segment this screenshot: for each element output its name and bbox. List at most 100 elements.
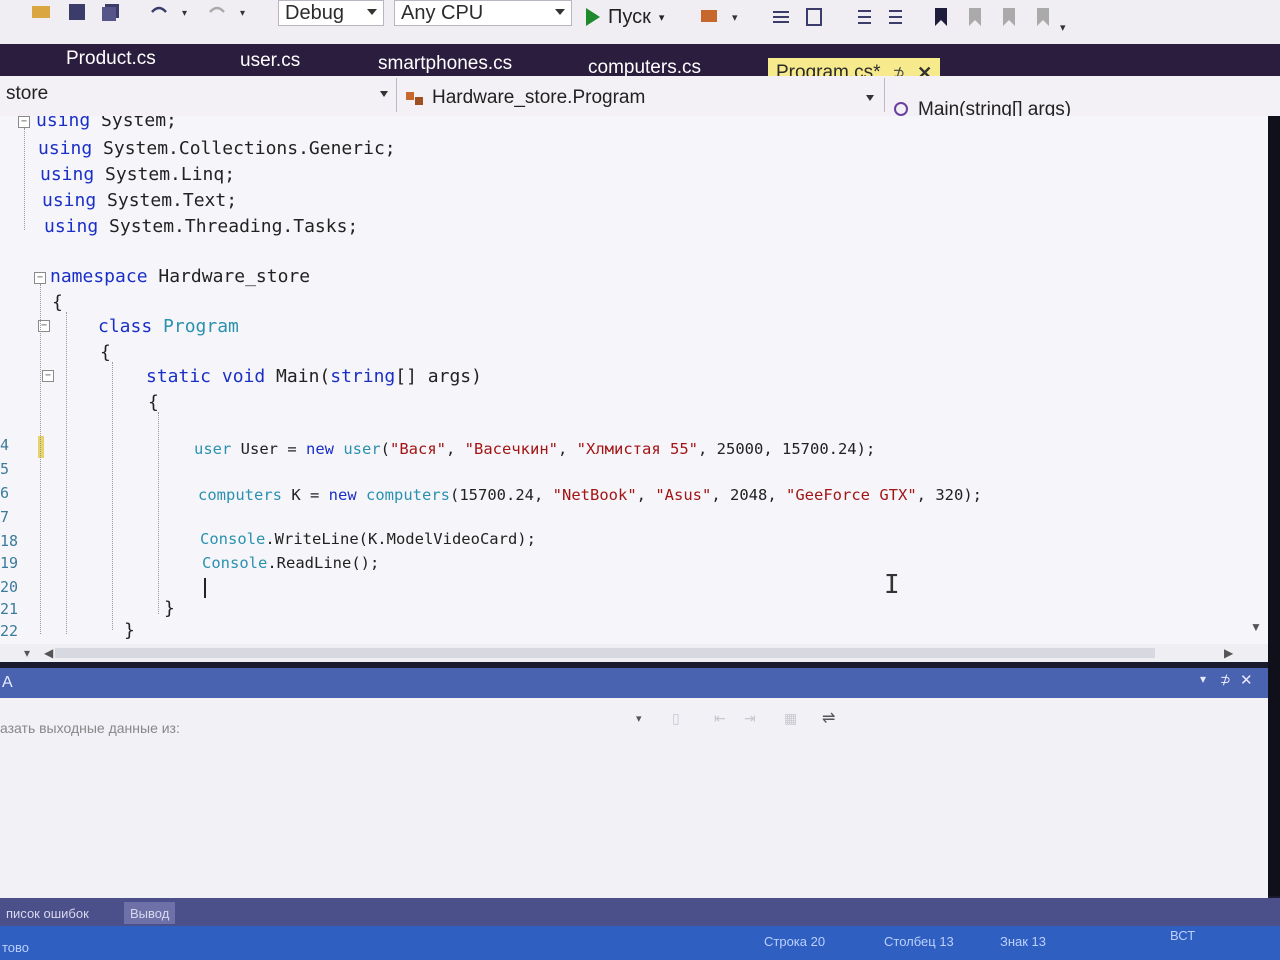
indent-guide xyxy=(158,412,159,614)
zoom-dropdown-icon[interactable]: ▾ xyxy=(24,646,30,660)
code-text: ( xyxy=(380,440,390,458)
mouse-ibeam-cursor: I xyxy=(884,570,900,600)
scrollbar-thumb[interactable] xyxy=(55,648,1155,658)
main-toolbar: ▾ ▾ Debug Any CPU Пуск ▾ ▾ ▾ xyxy=(0,0,1280,45)
horizontal-scrollbar[interactable]: ▾ ◀ ▶ xyxy=(0,644,1268,662)
code-line: using System.Collections.Generic; xyxy=(38,138,396,159)
code-line: Console.WriteLine(K.ModelVideoCard); xyxy=(200,530,536,548)
status-insert-mode: ВСТ xyxy=(1170,928,1196,943)
status-message: тово xyxy=(2,940,30,955)
text-caret xyxy=(204,578,206,598)
status-column: Столбец 13 xyxy=(884,934,954,949)
save-icon[interactable] xyxy=(66,0,88,26)
project-select[interactable]: store xyxy=(6,78,392,110)
comment-icon[interactable] xyxy=(804,4,826,30)
string-literal: "NetBook" xyxy=(552,486,637,504)
tab-label: Product.cs xyxy=(66,48,156,69)
save-all-icon[interactable] xyxy=(100,0,122,26)
toolbar-overflow-icon[interactable]: ▾ xyxy=(1060,14,1066,40)
keyword: using xyxy=(40,164,95,185)
find-message-icon[interactable]: ▯ xyxy=(672,710,680,727)
prev-bookmark-icon[interactable] xyxy=(964,4,986,30)
close-icon[interactable]: ✕ xyxy=(1240,671,1253,689)
code-text: System.Threading.Tasks; xyxy=(98,216,359,237)
keyword: new xyxy=(305,440,334,458)
platform-select[interactable]: Any CPU xyxy=(394,0,572,26)
screen-edge xyxy=(1268,116,1280,896)
code-line: using System.Threading.Tasks; xyxy=(44,216,358,237)
tab-output[interactable]: Вывод xyxy=(124,902,176,924)
next-bookmark-icon[interactable] xyxy=(998,4,1020,30)
output-source-label: азать выходные данные из: xyxy=(0,720,180,736)
code-text: , 25000, 15700.24); xyxy=(698,440,876,458)
tab-smartphones[interactable]: smartphones.cs xyxy=(370,49,520,79)
redo-dropdown-icon[interactable]: ▾ xyxy=(240,0,245,26)
redo-icon[interactable] xyxy=(206,0,228,26)
tab-error-list[interactable]: писок ошибок xyxy=(0,902,95,924)
scroll-down-icon[interactable]: ▼ xyxy=(1250,620,1262,634)
code-line: class Program xyxy=(98,316,239,337)
bookmark-icon[interactable] xyxy=(930,4,952,30)
undo-dropdown-icon[interactable]: ▾ xyxy=(182,0,187,26)
changed-line-marker xyxy=(38,436,44,458)
status-bar: тово Строка 20 Столбец 13 Знак 13 ВСТ xyxy=(0,926,1280,960)
collapse-icon[interactable]: − xyxy=(42,370,54,382)
type-select[interactable]: Hardware_store.Program xyxy=(404,82,878,114)
scroll-left-icon[interactable]: ◀ xyxy=(44,646,53,660)
open-file-icon[interactable] xyxy=(30,0,52,26)
tab-user[interactable]: user.cs xyxy=(232,46,308,76)
chevron-down-icon xyxy=(555,9,565,15)
collapse-icon[interactable]: − xyxy=(18,116,30,128)
outdent-icon[interactable] xyxy=(886,4,908,30)
keyword: using xyxy=(44,216,99,237)
panel-menu-icon[interactable]: ▾ xyxy=(1200,672,1206,686)
collapse-icon[interactable]: − xyxy=(34,272,46,284)
code-text: User = xyxy=(231,440,306,458)
prev-message-icon[interactable]: ⇤ xyxy=(714,710,726,727)
indent-icon[interactable] xyxy=(852,4,874,30)
scroll-right-icon[interactable]: ▶ xyxy=(1224,646,1233,660)
browser-link-icon[interactable] xyxy=(698,4,720,30)
undo-icon[interactable] xyxy=(148,0,170,26)
line-number: 6 xyxy=(0,484,10,502)
line-number: 4 xyxy=(0,436,10,454)
line-number: 22 xyxy=(0,622,19,640)
string-literal: "Хлмистая 55" xyxy=(576,440,698,458)
string-literal: "GeeForce GTX" xyxy=(786,486,917,504)
code-editor[interactable]: 4 5 6 7 18 19 20 21 22 − − − − using Sys… xyxy=(0,116,1268,660)
code-line: computers K = new computers(15700.24, "N… xyxy=(198,486,982,504)
clear-bookmarks-icon[interactable] xyxy=(1032,4,1054,30)
type-name: Program xyxy=(152,316,239,337)
code-line: using System; xyxy=(36,116,177,131)
configuration-select[interactable]: Debug xyxy=(278,0,384,26)
code-text: , xyxy=(558,440,577,458)
next-message-icon[interactable]: ⇥ xyxy=(744,710,756,727)
keyword: namespace xyxy=(50,266,148,287)
outline-guide xyxy=(24,128,25,230)
code-text: System; xyxy=(90,116,177,131)
chevron-down-icon xyxy=(866,95,874,101)
line-number: 21 xyxy=(0,600,19,618)
nav-divider xyxy=(884,78,885,112)
start-debugging-button[interactable]: Пуск ▾ xyxy=(586,3,664,31)
nav-divider xyxy=(396,78,397,112)
output-toolbar: азать выходные данные из: ▾ ▯ ⇤ ⇥ ▦ ⇌ xyxy=(0,698,1268,736)
chevron-down-icon[interactable]: ▾ xyxy=(732,4,738,30)
word-wrap-icon[interactable]: ⇌ xyxy=(822,708,835,728)
tool-window-tabs: писок ошибок Вывод xyxy=(0,898,1280,926)
keyword: static void xyxy=(146,366,266,387)
code-text: , xyxy=(636,486,656,504)
code-text: , 320); xyxy=(916,486,982,504)
project-name: store xyxy=(6,83,49,104)
line-number: 20 xyxy=(0,578,19,596)
pin-icon[interactable]: ⊅ xyxy=(1220,672,1231,688)
chevron-down-icon[interactable]: ▾ xyxy=(636,712,642,725)
clear-all-icon[interactable]: ▦ xyxy=(784,710,797,727)
code-line: { xyxy=(52,292,63,313)
run-label: Пуск xyxy=(608,5,651,28)
keyword: class xyxy=(98,316,153,337)
tab-product[interactable]: Product.cs xyxy=(58,44,164,74)
string-literal: "Вася" xyxy=(390,440,446,458)
step-icon[interactable] xyxy=(770,4,792,30)
